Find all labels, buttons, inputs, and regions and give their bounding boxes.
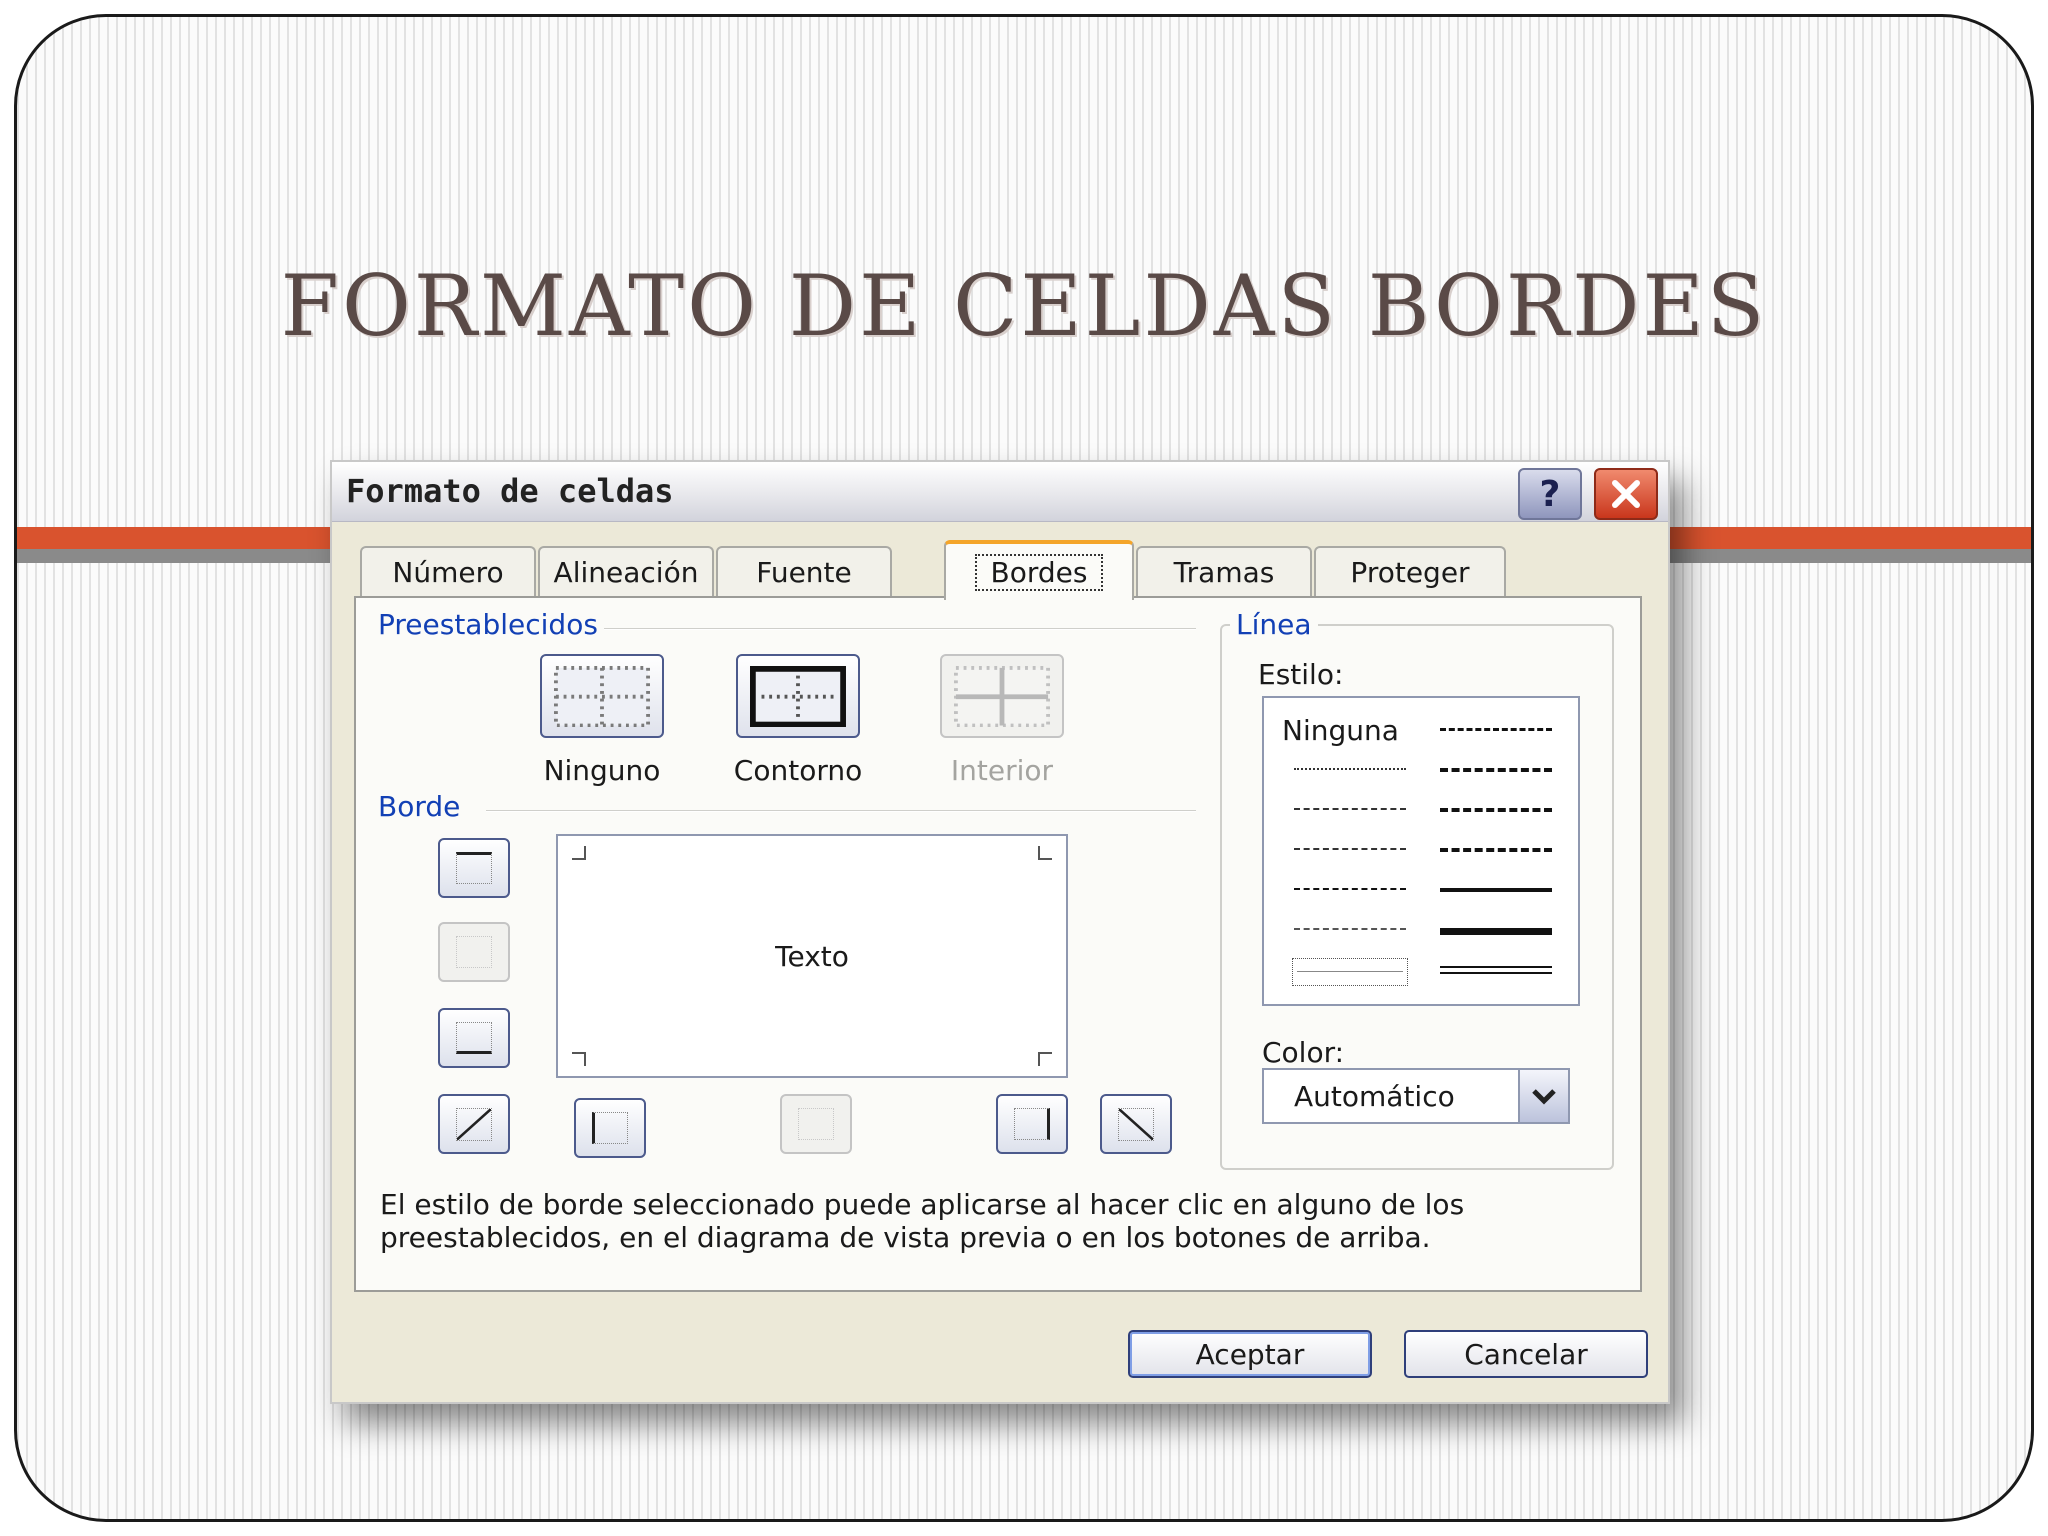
style-label: Estilo: xyxy=(1258,658,1344,691)
preset-inside-button[interactable] xyxy=(940,654,1064,738)
tab-proteger[interactable]: Proteger xyxy=(1314,546,1506,596)
tab-label: Tramas xyxy=(1173,555,1275,589)
tab-label: Número xyxy=(392,555,504,589)
line-style-option[interactable] xyxy=(1294,808,1406,810)
cancel-button[interactable]: Cancelar xyxy=(1404,1330,1648,1378)
line-style-option[interactable] xyxy=(1294,848,1406,850)
line-group: Línea Estilo: Ninguna Color: Automático xyxy=(1220,608,1614,1170)
border-group-label: Borde xyxy=(372,790,467,823)
preset-none-icon xyxy=(554,666,650,728)
tab-numero[interactable]: Número xyxy=(360,546,536,596)
preset-outline-button[interactable] xyxy=(736,654,860,738)
help-button[interactable]: ? xyxy=(1518,468,1582,520)
border-separator xyxy=(486,810,1196,812)
line-style-option-selected[interactable] xyxy=(1292,958,1408,986)
line-style-option[interactable] xyxy=(1294,928,1406,930)
line-style-option[interactable] xyxy=(1440,848,1552,852)
tab-label: Bordes xyxy=(974,553,1104,591)
dialog-title: Formato de celdas xyxy=(346,472,674,510)
border-inside-vertical-button[interactable] xyxy=(780,1094,852,1154)
border-bottom-icon xyxy=(456,1022,492,1054)
preset-inside-icon xyxy=(954,666,1050,728)
tab-alineacion[interactable]: Alineación xyxy=(538,546,714,596)
preset-inside-label: Interior xyxy=(950,754,1054,787)
presets-separator xyxy=(596,628,1196,630)
border-diagonal-down-button[interactable] xyxy=(1100,1094,1172,1154)
border-preview[interactable]: Texto xyxy=(556,834,1068,1078)
info-text: El estilo de borde seleccionado puede ap… xyxy=(380,1188,1465,1254)
tab-bordes[interactable]: Bordes xyxy=(944,540,1134,600)
border-inside-horizontal-button[interactable] xyxy=(438,922,510,982)
tab-label: Alineación xyxy=(553,555,699,589)
ok-label: Aceptar xyxy=(1195,1337,1305,1371)
tab-fuente[interactable]: Fuente xyxy=(716,546,892,596)
border-left-icon xyxy=(592,1112,628,1144)
line-style-option[interactable] xyxy=(1440,728,1552,731)
line-style-option[interactable] xyxy=(1440,768,1552,772)
preset-none-button[interactable] xyxy=(540,654,664,738)
border-bottom-button[interactable] xyxy=(438,1008,510,1068)
line-style-option[interactable] xyxy=(1440,966,1552,974)
help-icon: ? xyxy=(1539,473,1561,515)
line-style-option[interactable] xyxy=(1440,928,1552,935)
color-label: Color: xyxy=(1262,1036,1345,1069)
border-left-button[interactable] xyxy=(574,1098,646,1158)
diagonal-down-icon xyxy=(1118,1108,1154,1141)
border-inside-vertical-icon xyxy=(798,1108,834,1140)
preview-text: Texto xyxy=(775,940,849,973)
preset-outline-icon xyxy=(750,666,846,728)
tab-label: Proteger xyxy=(1350,555,1470,589)
line-style-option[interactable] xyxy=(1440,888,1552,892)
line-style-option[interactable] xyxy=(1294,768,1406,770)
tab-tramas[interactable]: Tramas xyxy=(1136,546,1312,596)
tab-label: Fuente xyxy=(756,555,852,589)
border-right-button[interactable] xyxy=(996,1094,1068,1154)
preset-none-label: Ninguno xyxy=(543,754,661,787)
line-style-none[interactable]: Ninguna xyxy=(1282,714,1399,747)
bordes-panel: Preestablecidos Ninguno Contorno Interio… xyxy=(354,596,1642,1292)
slide-title: FORMATO DE CELDAS BORDES xyxy=(280,257,1768,355)
line-style-list[interactable]: Ninguna xyxy=(1262,696,1580,1006)
line-group-label: Línea xyxy=(1230,608,1318,641)
line-style-option[interactable] xyxy=(1294,888,1406,890)
border-right-icon xyxy=(1014,1108,1050,1140)
close-button[interactable] xyxy=(1594,468,1658,520)
border-diagonal-up-button[interactable] xyxy=(438,1094,510,1154)
corner-mark xyxy=(1038,846,1052,860)
chevron-down-icon xyxy=(1532,1089,1556,1105)
border-top-icon xyxy=(456,852,492,884)
color-select[interactable]: Automático xyxy=(1262,1068,1570,1124)
corner-mark xyxy=(572,846,586,860)
color-value: Automático xyxy=(1294,1080,1455,1113)
border-inside-horizontal-icon xyxy=(456,936,492,968)
corner-mark xyxy=(1038,1052,1052,1066)
presets-group-label: Preestablecidos xyxy=(372,608,604,641)
color-dropdown-button[interactable] xyxy=(1518,1070,1568,1122)
corner-mark xyxy=(572,1052,586,1066)
dialog-titlebar[interactable]: Formato de celdas ? xyxy=(332,462,1668,522)
ok-button[interactable]: Aceptar xyxy=(1128,1330,1372,1378)
thin-line xyxy=(1297,971,1403,972)
line-style-option[interactable] xyxy=(1440,808,1552,812)
close-icon xyxy=(1612,480,1640,508)
preset-outline-label: Contorno xyxy=(733,754,863,787)
format-cells-dialog: Formato de celdas ? Número Alineación Fu… xyxy=(330,460,1670,1404)
diagonal-up-icon xyxy=(456,1108,492,1141)
border-top-button[interactable] xyxy=(438,838,510,898)
cancel-label: Cancelar xyxy=(1464,1337,1588,1371)
